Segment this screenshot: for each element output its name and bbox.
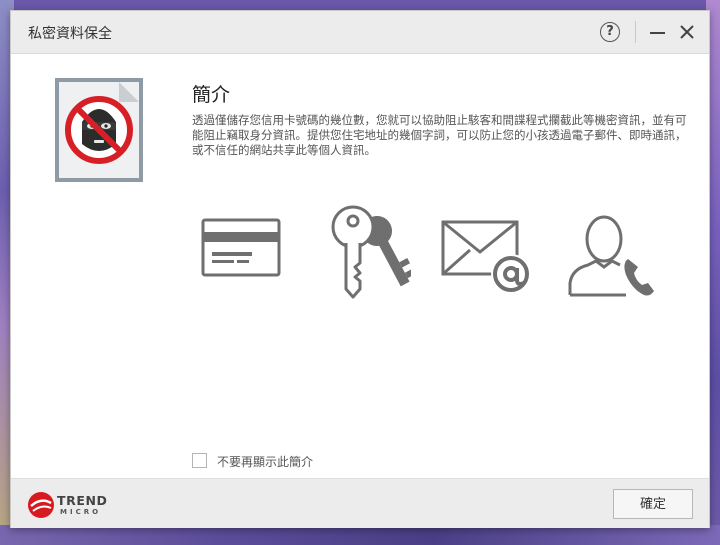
intro-description: 透過僅儲存您信用卡號碼的幾位數，您就可以協助阻止駭客和間諜程式攔截此等機密資訊，… (192, 113, 687, 157)
trend-micro-logo-icon (28, 492, 54, 518)
ok-button[interactable]: 確定 (613, 489, 693, 519)
contact-phone-icon (566, 207, 656, 299)
trend-micro-logo: TREND MICRO (27, 491, 107, 519)
close-button[interactable] (678, 23, 696, 41)
minimize-button[interactable] (650, 23, 666, 41)
help-button[interactable]: ? (600, 22, 620, 42)
dont-show-again-checkbox[interactable] (192, 453, 207, 468)
privacy-intro-dialog: 私密資料保全 ? 簡介 透過僅儲存您信用卡號碼的幾位數，您就可以協助阻止駭客和間… (10, 10, 710, 528)
titlebar-separator (635, 21, 636, 43)
title-bar: 私密資料保全 ? (11, 11, 709, 54)
dont-show-again-label: 不要再顯示此簡介 (217, 455, 314, 469)
brand-name-line1: TREND (57, 493, 108, 508)
desktop-background-bottom (0, 525, 720, 545)
dialog-footer: TREND MICRO 確定 (11, 478, 709, 528)
privacy-thief-icon (55, 78, 143, 182)
close-icon (680, 25, 694, 39)
email-icon (440, 216, 535, 296)
intro-heading: 簡介 (192, 84, 231, 106)
window-title: 私密資料保全 (28, 26, 112, 42)
key-icon (327, 201, 414, 301)
brand-name-line2: MICRO (60, 508, 102, 516)
credit-card-icon (199, 214, 284, 284)
